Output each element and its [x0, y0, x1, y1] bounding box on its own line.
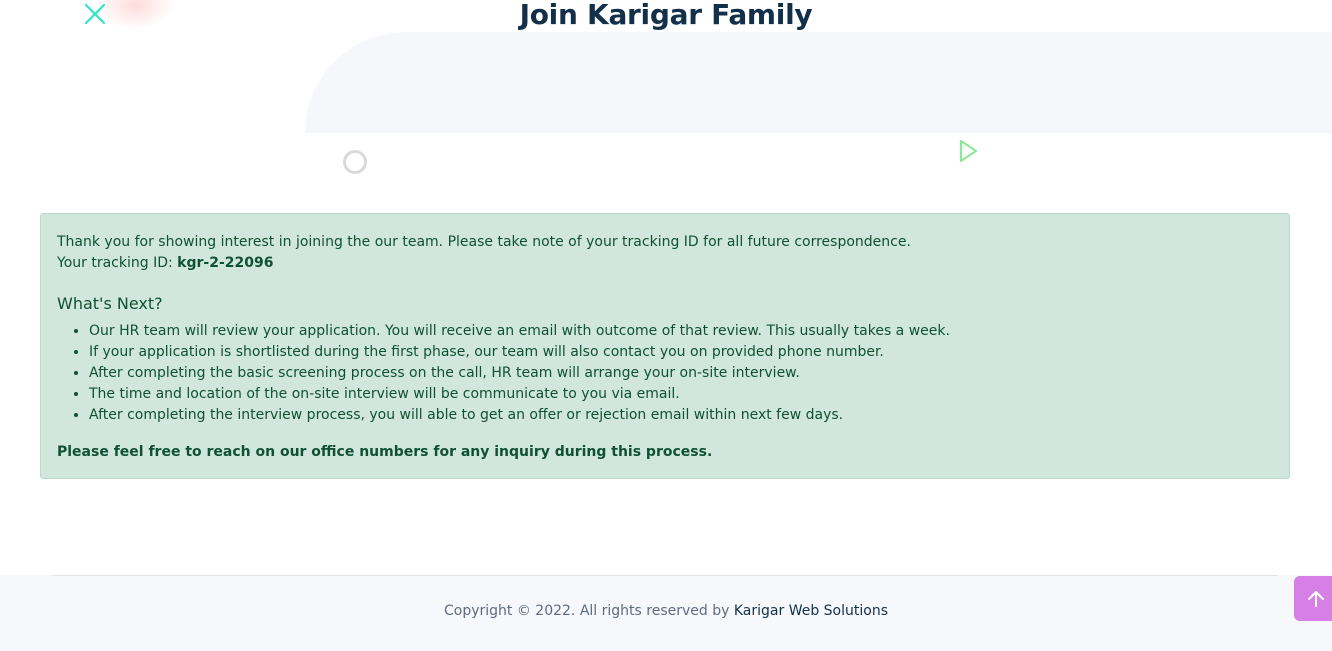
thank-you-message: Thank you for showing interest in joinin…	[57, 232, 1273, 274]
success-alert: Thank you for showing interest in joinin…	[40, 213, 1290, 479]
copyright: Copyright © 2022. All rights reserved by…	[0, 603, 1332, 619]
back-to-top-button[interactable]	[1294, 576, 1332, 621]
tracking-id-label: Your tracking ID:	[57, 255, 178, 271]
footer: Copyright © 2022. All rights reserved by…	[0, 575, 1332, 651]
next-steps-list: Our HR team will review your application…	[57, 321, 1273, 426]
page-title: Join Karigar Family	[519, 0, 813, 31]
page: Join Karigar Family Thank you for showin…	[0, 0, 1332, 651]
list-item: Our HR team will review your application…	[89, 321, 1273, 342]
tracking-id-value: kgr-2-22096	[177, 255, 274, 271]
circle-shape-icon	[343, 150, 367, 174]
company-link[interactable]: Karigar Web Solutions	[734, 603, 888, 619]
arrow-up-icon	[1308, 590, 1324, 607]
list-item: The time and location of the on-site int…	[89, 384, 1273, 405]
copyright-text: Copyright © 2022. All rights reserved by	[443, 603, 734, 619]
footer-divider	[52, 575, 1278, 576]
closing-note: Please feel free to reach on our office …	[57, 444, 713, 460]
triangle-shape-icon	[959, 139, 978, 163]
list-item: After completing the interview process, …	[89, 405, 1273, 426]
whats-next-heading: What's Next?	[57, 294, 163, 313]
list-item: After completing the basic screening pro…	[89, 363, 1273, 384]
intro-text: Thank you for showing interest in joinin…	[57, 234, 911, 250]
hero-background-shape	[305, 32, 1332, 133]
list-item: If your application is shortlisted durin…	[89, 342, 1273, 363]
